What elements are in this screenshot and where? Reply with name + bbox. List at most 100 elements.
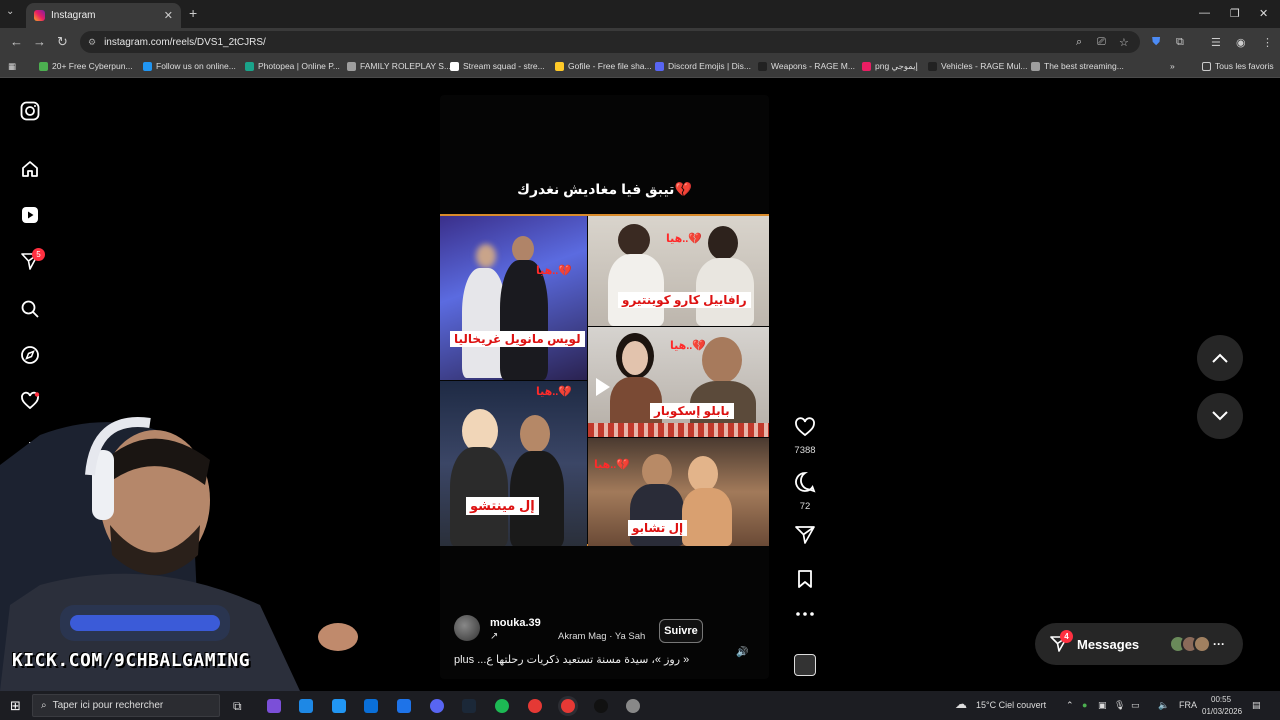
taskbar-search-placeholder: Taper ici pour rechercher — [52, 700, 164, 711]
chrome-app-icon[interactable] — [528, 699, 542, 713]
author-username[interactable]: mouka.39 — [490, 617, 541, 629]
zoom-icon[interactable]: ⌕ — [1076, 36, 1082, 49]
network-icon[interactable]: ▭ — [1131, 700, 1140, 711]
bookmark-item[interactable]: 20+ Free Cyberpun... — [39, 61, 133, 71]
collage-cell: هيا..💔 لويس مانويل غريخاليا — [440, 216, 587, 380]
media-icon[interactable]: ☰ — [1211, 36, 1221, 49]
share-action — [790, 525, 820, 550]
weather-text[interactable]: 15°C Ciel couvert — [976, 700, 1046, 710]
address-bar[interactable]: ⚙ instagram.com/reels/DVS1_2tCJRS/ — [80, 31, 1140, 53]
language-indicator[interactable]: FRA — [1179, 700, 1197, 710]
site-info-icon[interactable]: ⚙ — [88, 37, 96, 48]
volume-icon[interactable]: 🔈 — [1158, 700, 1169, 711]
next-reel-button[interactable] — [1197, 393, 1243, 439]
tray-app-icon[interactable]: ● — [1082, 700, 1087, 710]
reels-icon[interactable] — [18, 203, 42, 227]
clock-time[interactable]: 00:55 — [1211, 695, 1231, 704]
reel-video[interactable]: تيبق فيا مغاديش نغدرك💔 هيا..💔 لويس مانوي… — [440, 95, 769, 679]
close-tab-icon[interactable]: ✕ — [164, 9, 173, 22]
follow-button[interactable]: Suivre — [659, 619, 703, 643]
edge-app-icon[interactable] — [299, 699, 313, 713]
reload-icon[interactable]: ↻ — [57, 34, 68, 50]
cast-icon[interactable]: ⎚ — [1097, 36, 1106, 49]
bookmark-item[interactable]: FAMILY ROLEPLAY S... — [347, 61, 451, 71]
tray-app-icon[interactable]: ▣ — [1098, 700, 1107, 711]
tab-search-icon[interactable]: ⌄ — [6, 6, 14, 17]
bookmark-star-icon[interactable]: ☆ — [1119, 36, 1129, 49]
share-icon[interactable] — [794, 525, 816, 550]
close-window-icon[interactable]: ✕ — [1259, 7, 1268, 20]
bookmark-item[interactable]: Follow us on online... — [143, 61, 236, 71]
new-tab-icon[interactable]: + — [189, 5, 197, 21]
tab-strip: ⌄ Instagram ✕ + — ❐ ✕ — [0, 0, 1280, 28]
weather-icon[interactable]: ☁ — [955, 697, 967, 711]
kick-channel-overlay-text: KICK.COM/9CHBALGAMING — [12, 650, 251, 671]
tab-instagram[interactable]: Instagram ✕ — [26, 3, 181, 28]
bookmark-item[interactable]: Discord Emojis | Dis... — [655, 61, 751, 71]
collage-name-label: بابلو إسكوبار — [650, 403, 734, 419]
explorer-app-icon[interactable] — [364, 699, 378, 713]
bookmark-item[interactable]: Photopea | Online P... — [245, 61, 340, 71]
reel-author — [454, 615, 480, 641]
task-view-icon[interactable]: ⧉ — [233, 699, 242, 714]
microphone-icon[interactable]: 🎙 — [1114, 700, 1125, 711]
store-app-icon[interactable] — [332, 699, 346, 713]
messages-button[interactable]: 4 Messages ··· — [1035, 623, 1243, 665]
folder-icon — [1202, 61, 1211, 71]
windows-start-icon[interactable]: ⊞ — [10, 698, 21, 714]
bookmark-item[interactable]: The best streaming... — [1031, 61, 1124, 71]
author-avatar[interactable] — [454, 615, 480, 641]
back-icon[interactable]: ← — [10, 34, 23, 49]
extension-shield-icon[interactable]: ⛊ — [1152, 36, 1160, 49]
url-text: instagram.com/reels/DVS1_2tCJRS/ — [104, 36, 266, 48]
spotify-app-icon[interactable] — [495, 699, 509, 713]
steam-app-icon[interactable] — [462, 699, 476, 713]
chrome-app-active-icon[interactable] — [561, 699, 575, 713]
tray-overflow-icon[interactable]: ⌃ — [1066, 700, 1074, 711]
bookmark-icon[interactable] — [796, 569, 814, 594]
messages-label: Messages — [1077, 636, 1140, 652]
messages-badge: 5 — [32, 248, 45, 261]
messages-count-badge: 4 — [1060, 630, 1073, 643]
more-options-icon[interactable] — [790, 611, 820, 617]
bookmarks-overflow-icon[interactable]: » — [1170, 61, 1175, 71]
audio-thumbnail-icon[interactable] — [790, 654, 820, 676]
bookmark-item[interactable]: Weapons - RAGE M... — [758, 61, 855, 71]
bookmark-item[interactable]: Vehicles - RAGE Mul... — [928, 61, 1027, 71]
forward-icon[interactable]: → — [33, 34, 46, 49]
home-icon[interactable] — [18, 157, 42, 181]
bookmark-item[interactable]: Gofile - Free file sha... — [555, 61, 652, 71]
browser-menu-icon[interactable]: ⋮ — [1262, 36, 1273, 49]
play-icon[interactable] — [596, 378, 610, 396]
browser-toolbar: ← → ↻ ⚙ instagram.com/reels/DVS1_2tCJRS/… — [0, 28, 1280, 56]
all-bookmarks-folder[interactable]: Tous les favoris — [1202, 61, 1274, 71]
minimize-icon[interactable]: — — [1199, 7, 1210, 19]
previous-reel-button[interactable] — [1197, 335, 1243, 381]
explore-icon[interactable] — [18, 343, 42, 367]
restore-icon[interactable]: ❐ — [1230, 7, 1240, 20]
audio-track[interactable]: Akram Mag · Ya Sah — [558, 631, 645, 642]
apps-grid-icon[interactable]: ▦ — [8, 61, 16, 72]
avatar — [1193, 635, 1211, 653]
like-heart-icon[interactable] — [794, 417, 816, 442]
windows-taskbar: ⊞ ⌕ Taper ici pour rechercher ⧉ ☁ 15°C C… — [0, 691, 1280, 720]
app-icon[interactable] — [626, 699, 640, 713]
bookmark-item[interactable]: png إيموجي — [862, 61, 918, 72]
taskbar-search[interactable]: ⌕ Taper ici pour rechercher — [32, 694, 220, 717]
extensions-icon[interactable]: ⧉ — [1176, 36, 1184, 49]
volume-icon[interactable]: 🔊 — [736, 647, 750, 661]
reel-description[interactable]: « روز »، سيدة مسنة تستعيد ذكريات رحلتها … — [454, 653, 724, 666]
notification-center-icon[interactable]: ▤ — [1252, 700, 1261, 711]
comment-icon[interactable] — [794, 471, 816, 498]
instagram-logo-icon[interactable] — [18, 99, 42, 123]
collage-cell: هيا..💔 رافاييل كارو كوينتيرو — [588, 216, 769, 326]
mail-app-icon[interactable] — [397, 699, 411, 713]
clock-date[interactable]: 01/03/2026 — [1202, 707, 1242, 716]
copilot-app-icon[interactable] — [267, 699, 281, 713]
profile-icon[interactable]: ◉ — [1236, 36, 1246, 49]
discord-app-icon[interactable] — [430, 699, 444, 713]
search-icon[interactable] — [18, 297, 42, 321]
bookmark-item[interactable]: Stream squad - stre... — [450, 61, 545, 71]
obs-app-icon[interactable] — [594, 699, 608, 713]
bookmark-favicon-icon — [555, 61, 564, 71]
